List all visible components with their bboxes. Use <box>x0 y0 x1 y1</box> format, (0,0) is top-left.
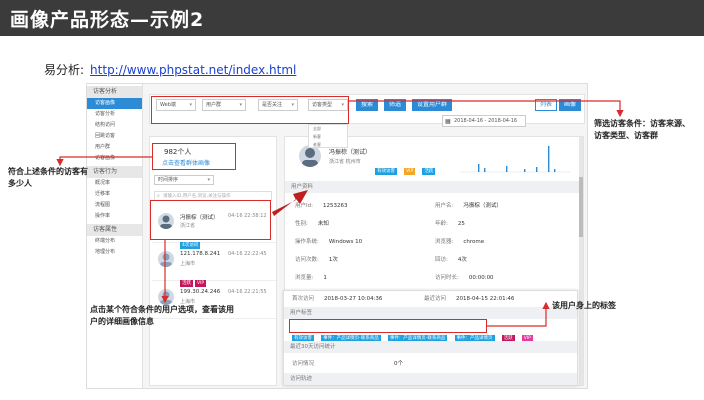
annotation-arrows <box>56 100 624 327</box>
arrow-filter <box>349 100 624 118</box>
arrow-tags <box>487 301 550 327</box>
big-arrow <box>272 190 308 216</box>
arrow-count <box>56 156 152 167</box>
